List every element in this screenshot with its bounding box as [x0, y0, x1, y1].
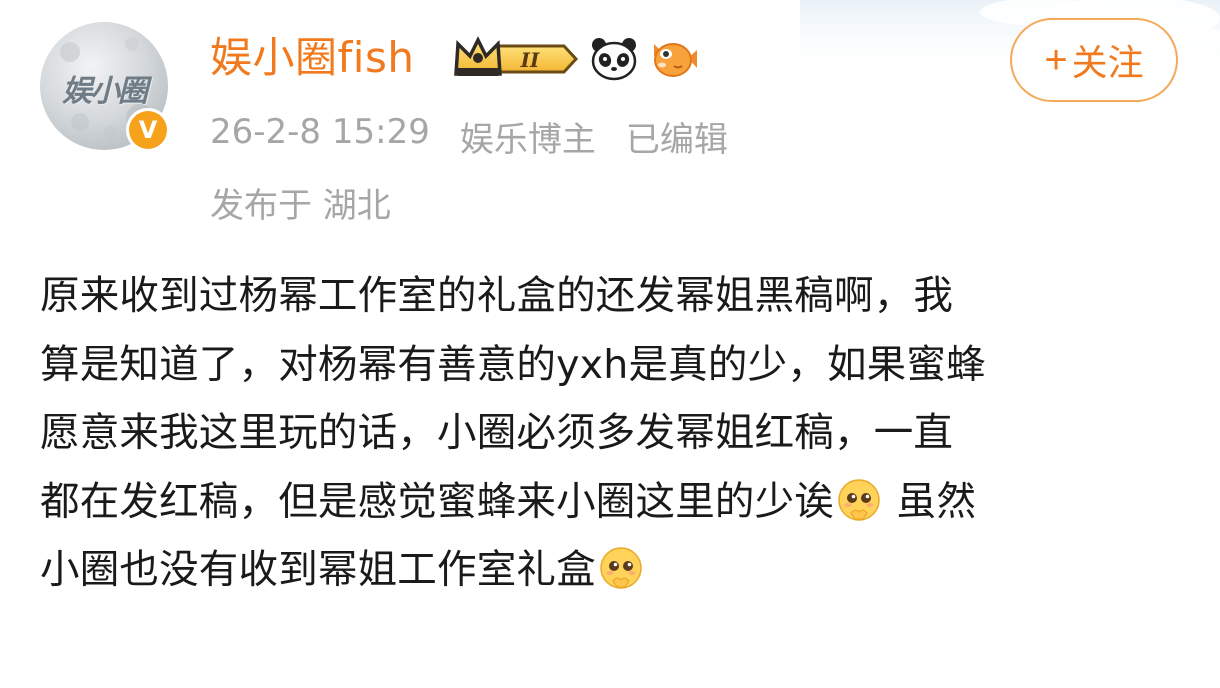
- post-meta: 26-2-8 15:29 娱乐博主 已编辑: [210, 112, 728, 162]
- avatar-logo-text: 娱小圈: [62, 74, 148, 109]
- content-line: 愿意来我这里玩的话，小圈必须多发幂姐红稿，一直: [40, 410, 954, 456]
- content-line: 算是知道了，对杨幂有善意的yxh是真的少，如果蜜蜂: [40, 341, 986, 388]
- pleading-face-emoji-icon: [838, 478, 880, 521]
- svg-text:II: II: [520, 48, 540, 72]
- content-text: 虽然: [884, 478, 977, 525]
- fish-icon[interactable]: [648, 36, 698, 82]
- plus-icon: +: [1044, 38, 1068, 82]
- edited-label[interactable]: 已编辑: [626, 112, 728, 162]
- content-line: 原来收到过杨幂工作室的礼盒的还发幂姐黑稿啊，我: [40, 273, 954, 319]
- content-text: 小圈也没有收到幂姐工作室礼盒: [40, 547, 596, 593]
- content-line: 都在发红稿，但是感觉蜜蜂来小圈这里的少诶 虽然: [40, 468, 1190, 537]
- author-role: 娱乐博主: [459, 120, 596, 160]
- content-line: 小圈也没有收到幂姐工作室礼盒: [40, 536, 1190, 605]
- weibo-post: 娱小圈 V 娱小圈fish II + 关注 26-2-8 15:29 娱乐博主 …: [0, 0, 1220, 688]
- post-content: 原来收到过杨幂工作室的礼盒的还发幂姐黑稿啊，我 算是知道了，对杨幂有善意的yxh…: [40, 262, 1190, 605]
- post-location: 发布于 湖北: [210, 186, 391, 226]
- badge-row: II: [452, 34, 698, 84]
- username[interactable]: 娱小圈fish: [210, 32, 414, 84]
- crown-vip-badge-icon[interactable]: II: [452, 36, 580, 82]
- panda-icon[interactable]: [590, 36, 638, 82]
- verified-v-icon: V: [126, 108, 170, 152]
- follow-label: 关注: [1071, 42, 1144, 83]
- pleading-face-emoji-icon: [600, 547, 642, 589]
- content-text: 都在发红稿，但是感觉蜜蜂来小圈这里的少诶: [40, 478, 834, 525]
- follow-button[interactable]: + 关注: [1010, 18, 1178, 102]
- post-timestamp[interactable]: 26-2-8 15:29: [210, 112, 430, 162]
